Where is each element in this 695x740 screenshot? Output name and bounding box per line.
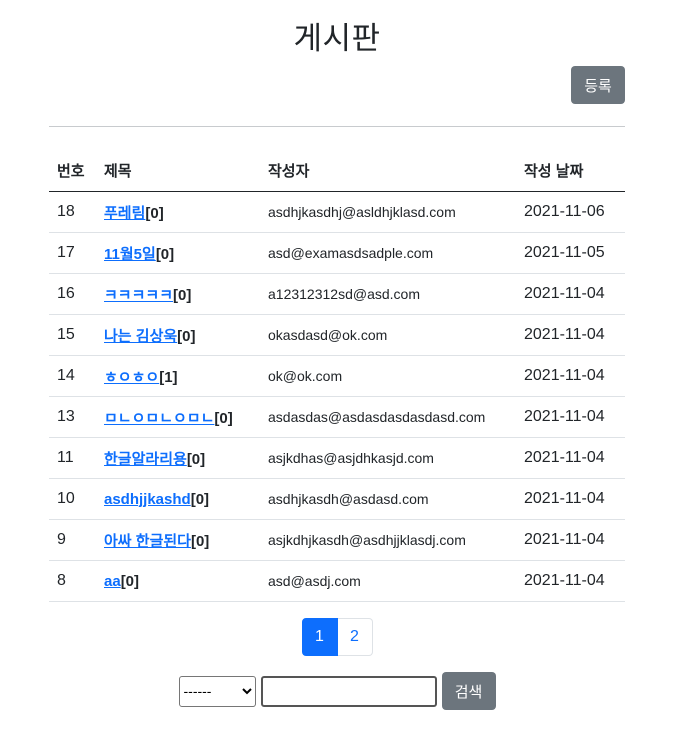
post-date: 2021-11-06 xyxy=(516,191,625,233)
page-link-2[interactable]: 2 xyxy=(337,618,373,656)
post-title-link[interactable]: aa xyxy=(104,573,121,590)
post-number: 14 xyxy=(49,355,96,397)
board-container: 게시판 등록 번호 제목 작성자 작성 날짜 18 푸레림[0] asdhjkasd… xyxy=(49,0,625,710)
post-number: 11 xyxy=(49,437,96,479)
pagination: 12 xyxy=(49,618,625,656)
post-title-cell: 한글알라리용[0] xyxy=(96,437,260,479)
post-title-cell: ㅎㅇㅎㅇ[1] xyxy=(96,355,260,397)
post-title-link[interactable]: asdhjjkashd xyxy=(104,491,191,508)
post-title-link[interactable]: 푸레림 xyxy=(104,205,145,222)
register-button[interactable]: 등록 xyxy=(571,66,625,104)
search-bar: ------ 검색 xyxy=(49,672,625,710)
post-author: okasdasd@ok.com xyxy=(260,314,516,356)
post-title-cell: aa[0] xyxy=(96,560,260,602)
post-author: asd@asdj.com xyxy=(260,560,516,602)
post-title-cell: ㅋㅋㅋㅋㅋ[0] xyxy=(96,273,260,315)
post-number: 15 xyxy=(49,314,96,356)
comment-count: [0] xyxy=(145,204,164,222)
table-row: 10 asdhjjkashd[0] asdhjkasdh@asdasd.com 202… xyxy=(49,478,625,520)
post-title-link[interactable]: ㅋㅋㅋㅋㅋ xyxy=(104,287,173,304)
table-row: 11 한글알라리용[0] asjkdhas@asjdhkasjd.com 2021-1… xyxy=(49,437,625,479)
post-title-link[interactable]: 11월5일 xyxy=(104,246,156,263)
post-number: 18 xyxy=(49,191,96,233)
post-author: ok@ok.com xyxy=(260,355,516,397)
post-title-link[interactable]: ㅁㄴㅇㅁㄴㅇㅁㄴ xyxy=(104,410,214,427)
post-author: asdhjkasdh@asdasd.com xyxy=(260,478,516,520)
table-row: 8 aa[0] asd@asdj.com 2021-11-04 xyxy=(49,560,625,602)
header-no: 번호 xyxy=(49,150,96,192)
board-body: 18 푸레림[0] asdhjkasdhj@asldhjklasd.com 2021-… xyxy=(49,191,625,602)
table-row: 18 푸레림[0] asdhjkasdhj@asldhjklasd.com 2021-… xyxy=(49,191,625,233)
post-author: asd@examasdsadple.com xyxy=(260,232,516,274)
post-author: asjkdhas@asjdhkasjd.com xyxy=(260,437,516,479)
post-author: asdasdas@asdasdasdasdasd.com xyxy=(260,396,516,438)
post-date: 2021-11-04 xyxy=(516,560,625,602)
board-table: 번호 제목 작성자 작성 날짜 18 푸레림[0] asdhjkasdhj@asld… xyxy=(49,150,625,602)
post-title-cell: asdhjjkashd[0] xyxy=(96,478,260,520)
comment-count: [1] xyxy=(159,368,178,386)
table-row: 16 ㅋㅋㅋㅋㅋ[0] a12312312sd@asd.com 2021-11-04 xyxy=(49,273,625,315)
toolbar: 등록 xyxy=(49,64,625,126)
divider xyxy=(49,126,625,127)
post-title-link[interactable]: 아싸 한글된다 xyxy=(104,533,191,550)
post-date: 2021-11-04 xyxy=(516,355,625,397)
table-row: 17 11월5일[0] asd@examasdsadple.com 2021-11-0… xyxy=(49,232,625,274)
post-title-cell: 아싸 한글된다[0] xyxy=(96,519,260,561)
post-number: 13 xyxy=(49,396,96,438)
post-date: 2021-11-04 xyxy=(516,437,625,479)
comment-count: [0] xyxy=(120,572,140,590)
header-author: 작성자 xyxy=(260,150,516,192)
search-input[interactable] xyxy=(260,675,437,707)
post-title-link[interactable]: 한글알라리용 xyxy=(104,451,187,468)
post-title-cell: ㅁㄴㅇㅁㄴㅇㅁㄴ[0] xyxy=(96,396,260,438)
post-title-cell: 11월5일[0] xyxy=(96,232,260,274)
header-title: 제목 xyxy=(96,150,260,192)
post-number: 10 xyxy=(49,478,96,520)
post-date: 2021-11-04 xyxy=(516,478,625,520)
post-date: 2021-11-04 xyxy=(516,273,625,315)
comment-count: [0] xyxy=(190,490,210,508)
comment-count: [0] xyxy=(214,409,233,427)
post-author: asjkdhjkasdh@asdhjjklasdj.com xyxy=(260,519,516,561)
post-date: 2021-11-04 xyxy=(516,519,625,561)
header-date: 작성 날짜 xyxy=(516,150,625,192)
post-author: a12312312sd@asd.com xyxy=(260,273,516,315)
board-table-wrap: 번호 제목 작성자 작성 날짜 18 푸레림[0] asdhjkasdhj@asld… xyxy=(49,150,625,602)
comment-count: [0] xyxy=(173,286,192,304)
post-title-cell: 푸레림[0] xyxy=(96,191,260,233)
table-row: 15 나는 김상욱[0] okasdasd@ok.com 2021-11-04 xyxy=(49,314,625,356)
comment-count: [0] xyxy=(190,532,210,550)
post-title-link[interactable]: 나는 김상욱 xyxy=(104,328,177,345)
search-button[interactable]: 검색 xyxy=(441,672,496,710)
post-title-cell: 나는 김상욱[0] xyxy=(96,314,260,356)
post-title-link[interactable]: ㅎㅇㅎㅇ xyxy=(104,369,159,386)
table-header-row: 번호 제목 작성자 작성 날짜 xyxy=(49,150,625,192)
table-row: 14 ㅎㅇㅎㅇ[1] ok@ok.com 2021-11-04 xyxy=(49,355,625,397)
post-date: 2021-11-05 xyxy=(516,232,625,274)
post-author: asdhjkasdhj@asldhjklasd.com xyxy=(260,191,516,233)
table-row: 13 ㅁㄴㅇㅁㄴㅇㅁㄴ[0] asdasdas@asdasdasdasdasd.co… xyxy=(49,396,625,438)
post-number: 16 xyxy=(49,273,96,315)
table-row: 9 아싸 한글된다[0] asjkdhjkasdh@asdhjjklasdj.com… xyxy=(49,519,625,561)
post-date: 2021-11-04 xyxy=(516,314,625,356)
search-type-select[interactable]: ------ xyxy=(178,675,256,707)
comment-count: [0] xyxy=(177,327,196,345)
post-number: 17 xyxy=(49,232,96,274)
comment-count: [0] xyxy=(155,245,175,263)
post-date: 2021-11-04 xyxy=(516,396,625,438)
page-link-1[interactable]: 1 xyxy=(301,618,338,656)
comment-count: [0] xyxy=(186,450,206,468)
post-number: 9 xyxy=(49,519,96,561)
page-title: 게시판 xyxy=(293,21,381,56)
post-number: 8 xyxy=(49,560,96,602)
